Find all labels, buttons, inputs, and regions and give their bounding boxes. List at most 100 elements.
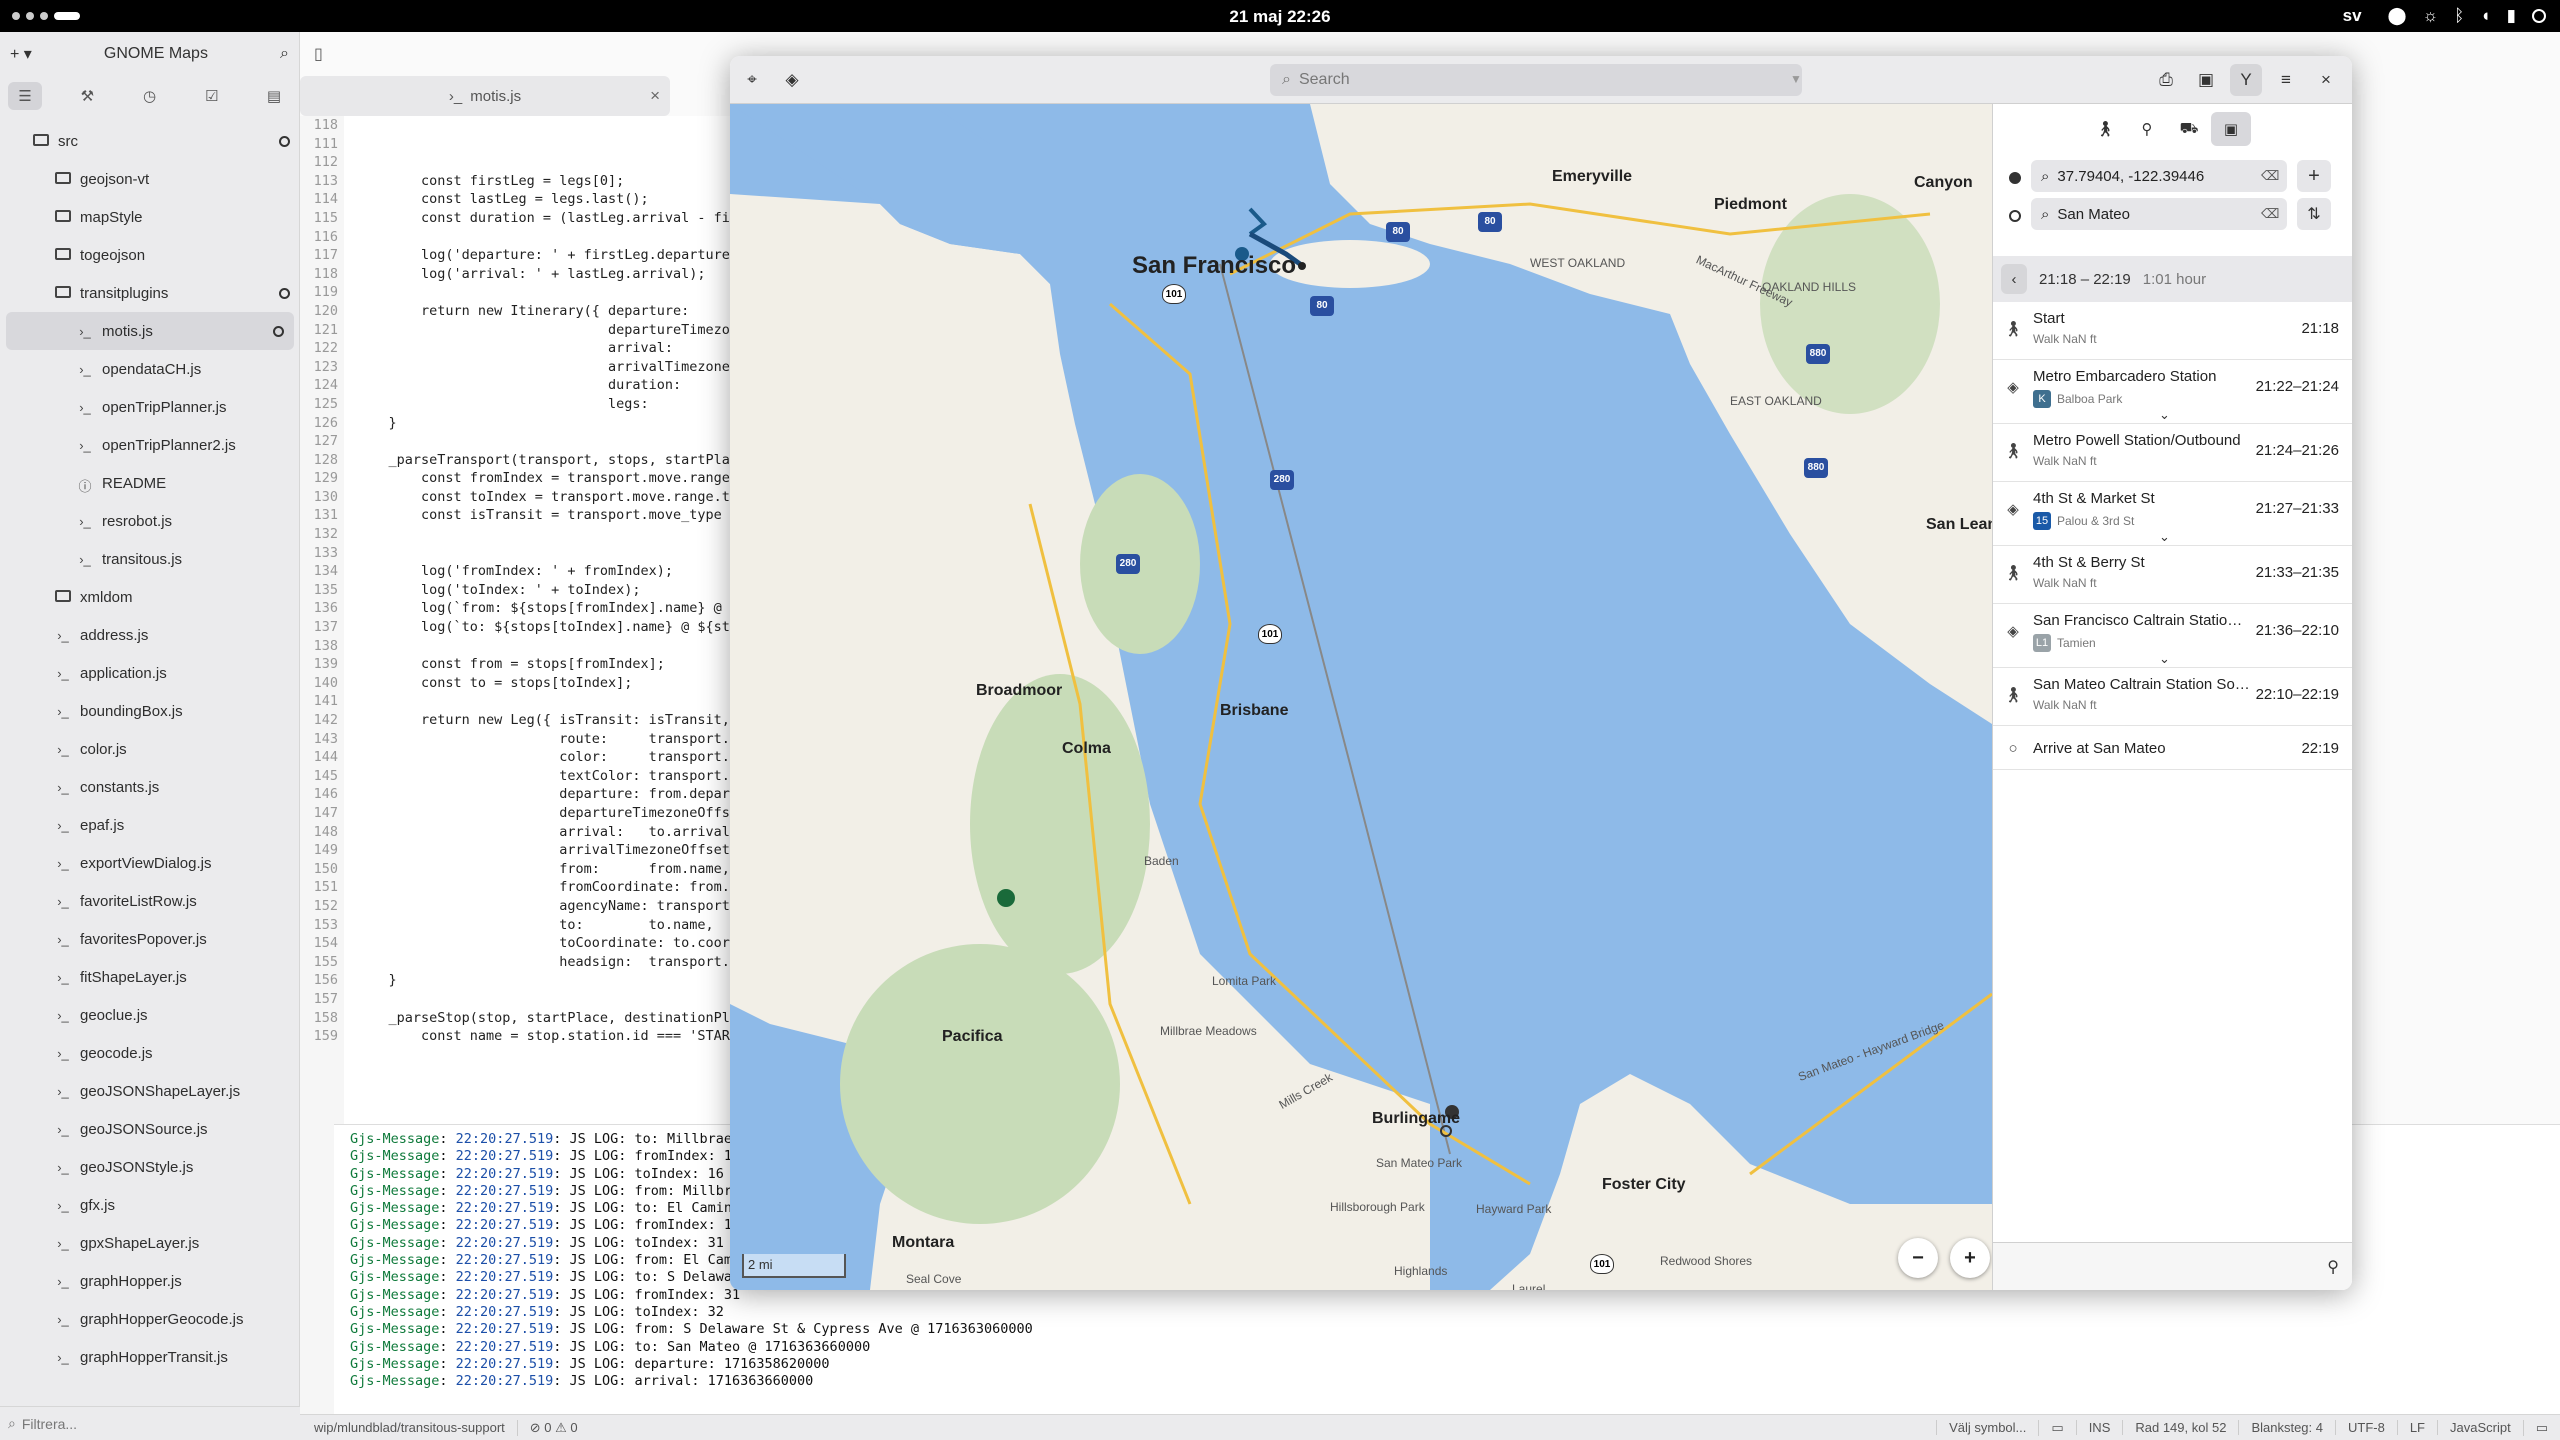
tree-item[interactable]: transitplugins (0, 274, 300, 312)
code-line: log('toIndex: ' + toIndex); (356, 581, 641, 598)
close-tab-icon[interactable]: × (650, 86, 660, 106)
tree-item[interactable]: ›_ exportViewDialog.js (0, 844, 300, 882)
car-mode-button[interactable]: ⛟ (2169, 112, 2209, 146)
language-setting[interactable]: JavaScript (2437, 1420, 2523, 1435)
itinerary-step[interactable]: ◈ San Francisco Caltrain Statio… L1 Tamien 2… (1993, 604, 2352, 668)
clear-icon[interactable]: ⌫ (2261, 168, 2279, 184)
tree-item[interactable]: ›_ geocode.js (0, 1034, 300, 1072)
code-editor[interactable]: 118 111 112 113 114 115 116 117 118 119 120 121 122 1… (300, 116, 800, 1124)
branch-label[interactable]: wip/mlundblad/transitous-support (300, 1420, 517, 1435)
itinerary-step[interactable]: 🚶︎ Metro Powell Station/Outbound Walk NaN … (1993, 424, 2352, 482)
tree-item[interactable]: ›_ application.js (0, 654, 300, 692)
tree-item[interactable]: ›_ geoJSONSource.js (0, 1110, 300, 1148)
encoding-setting[interactable]: UTF-8 (2334, 1420, 2397, 1435)
menu-icon[interactable]: ≡ (2270, 64, 2302, 96)
tree-item[interactable]: mapStyle (0, 198, 300, 236)
tree-item[interactable]: ›_ address.js (0, 616, 300, 654)
terminal-icon[interactable]: ▭ (2522, 1419, 2560, 1436)
tree-item[interactable]: ›_ geoJSONShapeLayer.js (0, 1072, 300, 1110)
tree-item[interactable]: ›_ geoJSONStyle.js (0, 1148, 300, 1186)
itinerary-step[interactable]: ○ Arrive at San Mateo 22:19 (1993, 726, 2352, 770)
zoom-in-button[interactable]: + (1950, 1238, 1990, 1278)
bike-mode-button[interactable]: ⚲ (2127, 112, 2167, 146)
route-icon[interactable]: Y (2230, 64, 2262, 96)
tree-item[interactable]: ›_ favoritesPopover.js (0, 920, 300, 958)
tree-item[interactable]: ›_ motis.js (6, 312, 294, 350)
diagnostics-count[interactable]: ⊘ 0 ⚠ 0 (516, 1419, 590, 1436)
back-button[interactable]: ‹ (2001, 264, 2027, 294)
line-number: 128 (313, 451, 338, 468)
location-icon: ⬤ (2387, 6, 2407, 25)
pin-icon[interactable]: ⚲ (2327, 1257, 2339, 1277)
folder-icon[interactable]: ▭ (2038, 1419, 2075, 1436)
keyboard-layout[interactable]: sv (2343, 6, 2362, 26)
add-via-button[interactable]: + (2297, 160, 2331, 192)
add-icon[interactable]: + ▾ (10, 44, 32, 64)
code-line: const isTransit = transport.move_type = (356, 507, 739, 524)
search-dropdown-icon[interactable]: ▼ (1790, 72, 1802, 86)
zoom-out-button[interactable]: − (1898, 1238, 1938, 1278)
tree-item[interactable]: ›_ geoclue.js (0, 996, 300, 1034)
tree-item[interactable]: ›_ gpxShapeLayer.js (0, 1224, 300, 1262)
itinerary-step[interactable]: 🚶︎ Start Walk NaN ft 21:18 (1993, 302, 2352, 360)
tree-item[interactable]: ›_ opendataCH.js (0, 350, 300, 388)
tree-item[interactable]: ›_ epaf.js (0, 806, 300, 844)
expand-chevron-icon[interactable]: ⌄ (2159, 651, 2170, 667)
tree-item[interactable]: ⓘ README (0, 464, 300, 502)
tree-item[interactable]: src (0, 122, 300, 160)
tree-item[interactable]: ›_ favoriteListRow.js (0, 882, 300, 920)
itinerary-step[interactable]: 🚶︎ 4th St & Berry St Walk NaN ft 21:33–21:3… (1993, 546, 2352, 604)
tree-item[interactable]: ›_ constants.js (0, 768, 300, 806)
close-window-icon[interactable]: × (2310, 64, 2342, 96)
itinerary-step[interactable]: 🚶︎ San Mateo Caltrain Station So… Walk NaN… (1993, 668, 2352, 726)
symbols-tab[interactable]: ▤ (257, 82, 291, 110)
tree-item[interactable]: ›_ resrobot.js (0, 502, 300, 540)
filter-field[interactable]: ⌕ Filtrera... (0, 1406, 300, 1440)
expand-chevron-icon[interactable]: ⌄ (2159, 407, 2170, 423)
from-field[interactable]: ⌕ 37.79404, -122.39446 (2031, 160, 2287, 192)
code-line: const to = stops[toIndex]; (356, 674, 633, 691)
tree-item[interactable]: xmldom (0, 578, 300, 616)
tree-item[interactable]: ›_ boundingBox.js (0, 692, 300, 730)
clock[interactable]: 21 maj 22:26 (0, 7, 2560, 27)
print-icon[interactable]: ⎙ (2150, 64, 2182, 96)
map-view[interactable]: San Francisco Emeryville Piedmont Canyon… (730, 104, 1992, 1290)
locate-icon[interactable]: ⌖ (736, 64, 768, 96)
itinerary-step[interactable]: ◈ 4th St & Market St 15 Palou & 3rd St 21:27… (1993, 482, 2352, 546)
tree-item[interactable]: ›_ openTripPlanner2.js (0, 426, 300, 464)
tree-item[interactable]: geojson-vt (0, 160, 300, 198)
tree-item[interactable]: ›_ fitShapeLayer.js (0, 958, 300, 996)
line-ending-setting[interactable]: LF (2396, 1420, 2437, 1435)
power-icon[interactable] (2532, 9, 2546, 23)
line-number: 152 (313, 897, 338, 914)
tree-item[interactable]: ›_ transitous.js (0, 540, 300, 578)
expand-chevron-icon[interactable]: ⌄ (2159, 529, 2170, 545)
files-tab[interactable]: ☰ (8, 82, 43, 110)
tree-item[interactable]: ›_ color.js (0, 730, 300, 768)
walk-mode-button[interactable]: 🚶︎ (2085, 112, 2125, 146)
export-icon[interactable]: ▣ (2190, 64, 2222, 96)
tree-item[interactable]: ›_ gfx.js (0, 1186, 300, 1224)
build-tab[interactable]: ⚒ (70, 82, 104, 110)
file-icon: ›_ (57, 932, 69, 947)
layers-icon[interactable]: ◈ (776, 64, 808, 96)
cursor-position[interactable]: Rad 149, kol 52 (2122, 1420, 2238, 1435)
tree-item[interactable]: ›_ graphHopperGeocode.js (0, 1300, 300, 1338)
transit-mode-button[interactable]: ▣ (2211, 112, 2251, 146)
todo-tab[interactable]: ☑ (195, 82, 229, 110)
debug-tab[interactable]: ◷ (132, 82, 166, 110)
swap-button[interactable]: ⇅ (2297, 198, 2331, 230)
editor-tab[interactable]: ›_ motis.js × (300, 76, 670, 116)
tree-item[interactable]: togeojson (0, 236, 300, 274)
search-entry[interactable]: ⌕ Search (1270, 64, 1802, 96)
search-icon[interactable]: ⌕ (280, 45, 289, 63)
clear-icon[interactable]: ⌫ (2261, 206, 2279, 222)
tree-item[interactable]: ›_ openTripPlanner.js (0, 388, 300, 426)
indent-setting[interactable]: Blanksteg: 4 (2238, 1420, 2335, 1435)
symbol-selector[interactable]: Välj symbol... (1936, 1420, 2038, 1435)
itinerary-step[interactable]: ◈ Metro Embarcadero Station K Balboa Park 21… (1993, 360, 2352, 424)
toggle-sidebar-icon[interactable]: ▯ (314, 44, 323, 64)
to-field[interactable]: ⌕ San Mateo (2031, 198, 2287, 230)
tree-item[interactable]: ›_ graphHopper.js (0, 1262, 300, 1300)
tree-item[interactable]: ›_ graphHopperTransit.js (0, 1338, 300, 1376)
